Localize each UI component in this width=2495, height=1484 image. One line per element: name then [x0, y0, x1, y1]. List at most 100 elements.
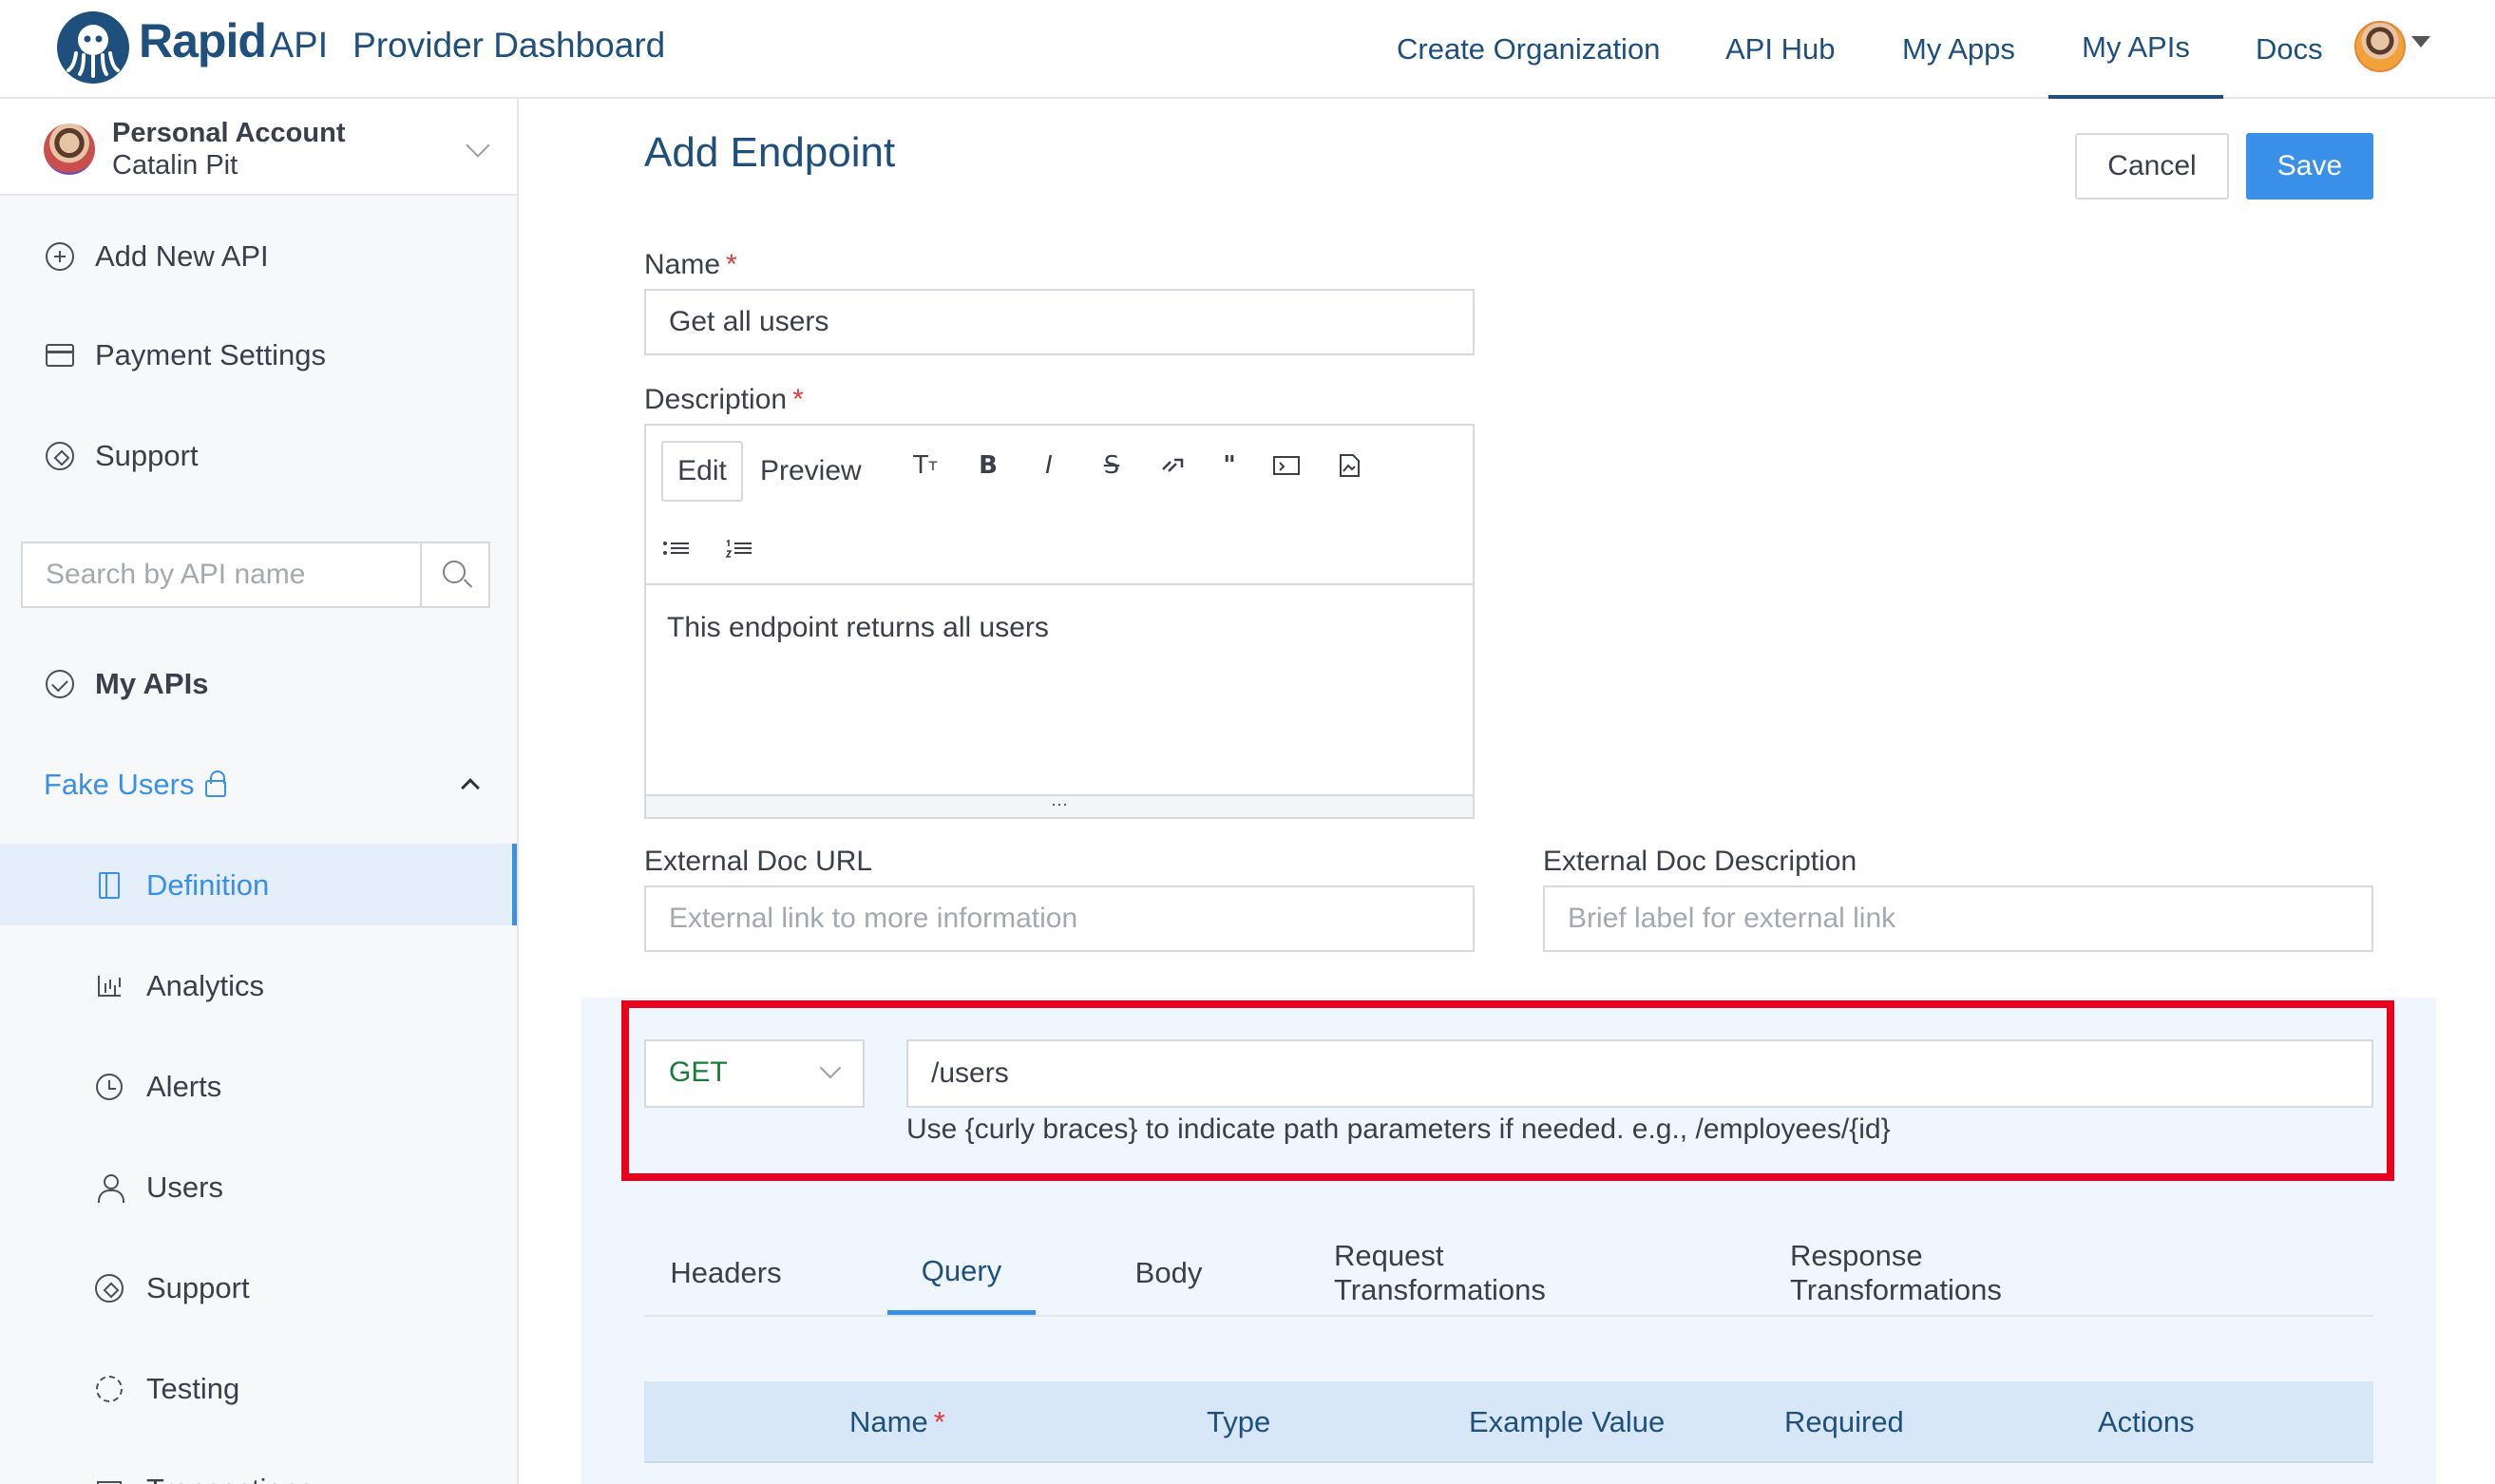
description-label-text: Description	[644, 384, 788, 415]
account-avatar	[44, 124, 95, 175]
endpoint-name-input[interactable]	[644, 289, 1475, 355]
api-search-input[interactable]	[23, 543, 420, 606]
nav-my-apis[interactable]: My APIs	[2048, 0, 2223, 99]
sidebar-item-label: Add New API	[95, 239, 269, 273]
account-title: Personal Account	[112, 118, 346, 148]
name-label: Name *	[644, 249, 737, 281]
code-icon[interactable]	[1267, 447, 1305, 485]
text-size-icon[interactable]: Tт	[906, 447, 944, 485]
tab-body[interactable]: Body	[1123, 1231, 1214, 1315]
column-header-actions: Actions	[2098, 1405, 2195, 1438]
user-avatar[interactable]	[2354, 21, 2406, 72]
editor-toolbar: Edit Preview Tт B I S "	[646, 426, 1473, 585]
user-icon	[95, 1173, 124, 1203]
nav-create-organization[interactable]: Create Organization	[1397, 0, 1660, 99]
italic-icon[interactable]: I	[1030, 447, 1068, 485]
params-table-header: Name * Type Example Value Required Action…	[644, 1381, 2373, 1463]
sidebar-item-label: Users	[146, 1170, 223, 1204]
description-label: Description *	[644, 384, 804, 416]
tab-query[interactable]: Query	[887, 1231, 1036, 1315]
sidebar-item-label: Definition	[146, 868, 270, 902]
bulleted-list-icon[interactable]	[657, 530, 695, 568]
compass-icon	[95, 1274, 124, 1303]
testing-icon	[95, 1375, 124, 1403]
sidebar-item-support-api[interactable]: Support	[95, 1267, 250, 1309]
tab-headers[interactable]: Headers	[667, 1231, 785, 1315]
check-circle-icon	[44, 668, 76, 700]
brand[interactable]: Rapid API Provider Dashboard	[139, 13, 665, 80]
brand-title: Provider Dashboard	[352, 26, 666, 65]
strikethrough-icon[interactable]: S	[1093, 447, 1131, 485]
sidebar-item-label: Transactions	[146, 1473, 314, 1484]
chevron-down-icon	[466, 133, 490, 158]
column-header-required: Required	[1784, 1405, 1904, 1438]
compass-icon	[44, 440, 76, 472]
sidebar-item-definition[interactable]: Definition	[95, 865, 269, 906]
tab-request-transformations[interactable]: Request Transformations	[1334, 1231, 1663, 1315]
editor-tab-edit[interactable]: Edit	[661, 441, 743, 502]
brand-api: API	[269, 26, 329, 66]
sidebar-item-analytics[interactable]: Analytics	[95, 965, 264, 1007]
external-doc-url-label: External Doc URL	[644, 846, 873, 877]
lock-icon	[205, 771, 227, 797]
column-header-name: Name *	[849, 1381, 945, 1463]
link-icon[interactable]	[1153, 447, 1191, 485]
caret-down-icon[interactable]	[2411, 36, 2430, 48]
sidebar-item-label: Support	[95, 439, 199, 472]
sidebar: Personal Account Catalin Pit Add New API…	[0, 99, 519, 1484]
sidebar-item-payment-settings[interactable]: Payment Settings	[44, 334, 326, 376]
sidebar-item-users[interactable]: Users	[95, 1167, 223, 1208]
sidebar-item-label: Testing	[146, 1372, 240, 1405]
external-doc-description-label: External Doc Description	[1543, 846, 1857, 877]
highlight-annotation-box	[621, 1000, 2394, 1181]
api-name-label: Fake Users	[44, 768, 195, 801]
column-header-label: Name	[849, 1405, 928, 1438]
quote-icon[interactable]: "	[1210, 447, 1248, 485]
api-search	[21, 542, 490, 608]
page-title: Add Endpoint	[644, 129, 896, 176]
tab-response-transformations[interactable]: Response Transformations	[1790, 1231, 2132, 1315]
resize-handle-icon[interactable]: ···	[646, 794, 1473, 817]
sidebar-item-add-new-api[interactable]: Add New API	[44, 236, 269, 277]
nav-docs[interactable]: Docs	[2256, 0, 2323, 99]
transactions-icon	[95, 1475, 124, 1484]
chevron-up-icon[interactable]	[461, 778, 480, 797]
description-text[interactable]: This endpoint returns all users	[667, 612, 1049, 644]
account-user: Catalin Pit	[112, 150, 238, 181]
sidebar-item-label: Support	[146, 1271, 250, 1304]
sidebar-item-label: Payment Settings	[95, 338, 326, 371]
search-icon	[443, 561, 466, 583]
sidebar-item-my-apis[interactable]: My APIs	[44, 663, 208, 705]
column-header-type: Type	[1207, 1405, 1271, 1438]
account-switcher[interactable]: Personal Account Catalin Pit	[0, 99, 517, 196]
nav-api-hub[interactable]: API Hub	[1725, 0, 1835, 99]
external-doc-description-input[interactable]	[1543, 885, 2373, 952]
column-header-example-value: Example Value	[1469, 1405, 1666, 1438]
name-label-text: Name	[644, 249, 721, 280]
clock-icon	[95, 1073, 124, 1101]
external-doc-url-input[interactable]	[644, 885, 1475, 952]
sidebar-item-label: My APIs	[95, 667, 209, 700]
search-button[interactable]	[420, 543, 490, 606]
required-marker: *	[726, 249, 737, 280]
book-icon	[95, 871, 124, 900]
sidebar-item-alerts[interactable]: Alerts	[95, 1066, 221, 1108]
api-fake-users[interactable]: Fake Users	[44, 764, 227, 806]
image-icon[interactable]	[1330, 447, 1368, 485]
bold-icon[interactable]: B	[969, 447, 1007, 485]
required-marker: *	[792, 384, 804, 415]
nav-my-apps[interactable]: My Apps	[1902, 0, 2015, 99]
sidebar-item-transactions[interactable]: Transactions	[95, 1469, 314, 1484]
parameter-tabs: Headers Query Body Request Transformatio…	[644, 1231, 2373, 1317]
rapidapi-logo-icon[interactable]	[57, 11, 129, 84]
sidebar-item-label: Alerts	[146, 1070, 222, 1103]
cancel-button[interactable]: Cancel	[2075, 133, 2229, 200]
editor-tab-preview[interactable]: Preview	[760, 441, 862, 502]
required-marker: *	[933, 1405, 945, 1438]
top-navbar: Rapid API Provider Dashboard Create Orga…	[0, 0, 2495, 99]
sidebar-item-testing[interactable]: Testing	[95, 1368, 239, 1410]
numbered-list-icon[interactable]	[720, 530, 758, 568]
bar-chart-icon	[95, 972, 124, 1000]
sidebar-item-support[interactable]: Support	[44, 435, 199, 477]
save-button[interactable]: Save	[2246, 133, 2373, 200]
